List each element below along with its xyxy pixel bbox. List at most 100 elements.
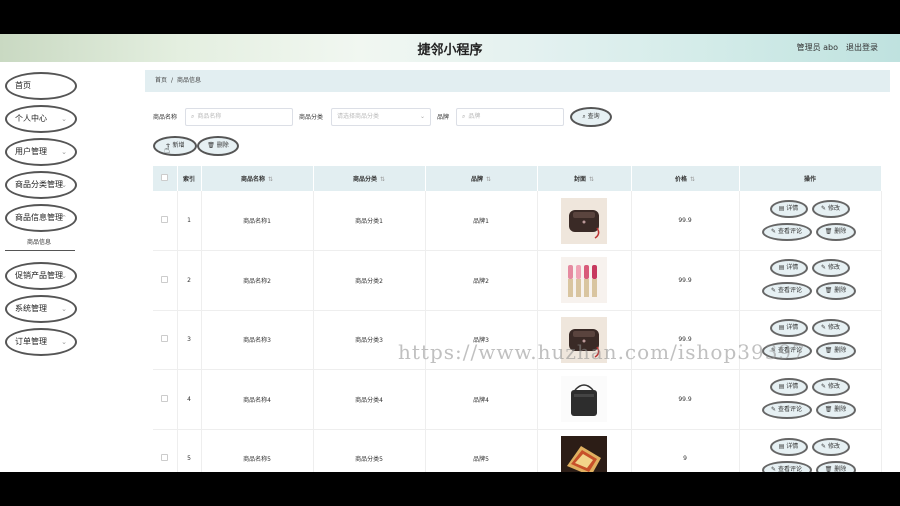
cell-name: 商品名称1 [201, 191, 314, 251]
detail-button[interactable]: ▤ 详情 [769, 378, 808, 397]
edit-button[interactable]: ✎ 修改 [811, 199, 850, 218]
edit-button[interactable]: ✎ 修改 [811, 318, 850, 337]
chevron-down-icon: ⌄ [61, 272, 67, 280]
column-header-brand[interactable]: 品牌 ⇅ [425, 166, 538, 191]
edit-icon: ✎ [771, 227, 778, 235]
submenu-product-info[interactable]: 商品信息 [5, 235, 75, 251]
query-button[interactable]: ⌕ 查询 [570, 107, 612, 127]
table-row: 4 商品名称4 商品分类4 品牌4 99.9 ▤ 详情 ✎ 修改 ✎ 查看评论 … [153, 369, 882, 430]
sidebar-item-personal-center[interactable]: 个人中心 ⌄ [5, 105, 77, 133]
sidebar-item-label: 促销产品管理 [15, 271, 63, 280]
name-placeholder: 商品名称 [197, 113, 222, 120]
edit-icon: ✎ [821, 323, 828, 331]
app-window: 捷邻小程序 管理员 abo 退出登录 首页 个人中心 ⌄ 用户管理 ⌄ 商品分类… [0, 34, 900, 472]
row-delete-button[interactable]: 🗑 删除 [815, 341, 856, 360]
search-icon: ⌕ [191, 113, 195, 120]
cell-category: 商品分类2 [313, 250, 426, 311]
mouse-cursor-icon: ☝ [164, 145, 171, 156]
row-delete-button[interactable]: 🗑 删除 [815, 401, 856, 420]
view-reviews-button[interactable]: ✎ 查看评论 [761, 460, 812, 472]
cell-category: 商品分类4 [313, 369, 426, 430]
edit-button[interactable]: ✎ 修改 [811, 259, 850, 278]
sort-icon[interactable]: ⇅ [268, 176, 273, 183]
cell-name: 商品名称3 [201, 310, 314, 370]
row-delete-button[interactable]: 🗑 删除 [815, 222, 856, 241]
brand-label: 品牌 [437, 114, 450, 121]
cell-index: 1 [177, 191, 202, 251]
sidebar-item-system-management[interactable]: 系统管理 ⌄ [5, 295, 77, 323]
view-reviews-button[interactable]: ✎ 查看评论 [761, 222, 812, 241]
row-checkbox[interactable] [161, 216, 169, 223]
table-row: 1 商品名称1 商品分类1 品牌1 99.9 ▤ 详情 ✎ 修改 ✎ 查看评论 … [153, 191, 882, 251]
sidebar-item-promotion-management[interactable]: 促销产品管理 ⌄ [5, 262, 77, 290]
breadcrumb-separator: / [171, 77, 174, 84]
letterbox-bar [0, 472, 900, 506]
add-label: 新增 [172, 142, 185, 149]
row-checkbox[interactable] [161, 335, 169, 343]
sort-icon[interactable]: ⇅ [589, 176, 594, 183]
view-reviews-button[interactable]: ✎ 查看评论 [761, 401, 812, 420]
logout-link[interactable]: 退出登录 [846, 42, 878, 53]
name-search-input[interactable]: ⌕ 商品名称 [185, 108, 293, 126]
detail-button[interactable]: ▤ 详情 [769, 259, 808, 278]
column-header-category[interactable]: 商品分类 ⇅ [313, 166, 426, 191]
chevron-down-icon: ⌄ [61, 181, 67, 189]
breadcrumb-home[interactable]: 首页 [155, 77, 167, 84]
trash-icon: 🗑 [824, 287, 835, 295]
edit-button[interactable]: ✎ 修改 [811, 437, 850, 456]
category-placeholder: 请选择商品分类 [337, 113, 380, 120]
select-all-cell [153, 166, 178, 191]
cell-price: 99.9 [631, 369, 740, 430]
row-checkbox[interactable] [161, 454, 169, 462]
sort-icon[interactable]: ⇅ [486, 176, 491, 183]
add-button[interactable]: + 新增 [153, 136, 197, 156]
sidebar-item-label: 首页 [15, 81, 31, 90]
sidebar-item-label: 订单管理 [15, 337, 47, 346]
sidebar-item-user-management[interactable]: 用户管理 ⌄ [5, 138, 77, 166]
table-header-row: 索引 商品名称 ⇅ 商品分类 ⇅ 品牌 ⇅ 封面 ⇅ 价格 ⇅ 操作 [153, 166, 882, 191]
edit-button[interactable]: ✎ 修改 [811, 378, 850, 397]
sort-icon[interactable]: ⇅ [380, 176, 385, 183]
row-delete-button[interactable]: 🗑 删除 [815, 282, 856, 301]
edit-icon: ✎ [771, 406, 778, 414]
category-select[interactable]: 请选择商品分类 ⌄ [331, 108, 431, 126]
select-all-checkbox[interactable] [161, 174, 169, 181]
cell-index: 5 [177, 429, 202, 472]
view-reviews-button[interactable]: ✎ 查看评论 [761, 282, 812, 301]
column-header-name[interactable]: 商品名称 ⇅ [201, 166, 314, 191]
sidebar-item-home[interactable]: 首页 [5, 72, 77, 100]
column-header-cover[interactable]: 封面 ⇅ [537, 166, 632, 191]
row-checkbox[interactable] [161, 275, 169, 283]
product-table: 索引 商品名称 ⇅ 商品分类 ⇅ 品牌 ⇅ 封面 ⇅ 价格 ⇅ 操作 1 商品名称1 商品… [153, 166, 882, 472]
cover-image-lipsticks [561, 257, 607, 304]
watermark-text: https://www.huzhan.com/ishop39397 [398, 340, 806, 364]
chevron-up-icon: ⌃ [61, 214, 67, 222]
top-header: 捷邻小程序 管理员 abo 退出登录 [0, 34, 900, 62]
detail-button[interactable]: ▤ 详情 [769, 437, 808, 456]
table-row: 5 商品名称5 商品分类5 品牌5 9 ▤ 详情 ✎ 修改 ✎ 查看评论 🗑 删… [153, 429, 882, 472]
sidebar-item-category-management[interactable]: 商品分类管理 ⌄ [5, 171, 77, 199]
table-row: 2 商品名称2 商品分类2 品牌2 99.9 ▤ 详情 ✎ 修改 ✎ 查看评论 … [153, 250, 882, 311]
cell-brand: 品牌4 [425, 369, 538, 430]
chevron-down-icon: ⌄ [61, 305, 67, 313]
delete-button[interactable]: 🗑 删除 [197, 136, 239, 156]
breadcrumb: 首页 / 商品信息 [145, 70, 890, 92]
cell-price: 99.9 [631, 191, 740, 251]
cover-image-sandwich [561, 435, 607, 472]
row-checkbox[interactable] [161, 394, 169, 402]
sidebar-item-product-management[interactable]: 商品信息管理 ⌃ [5, 204, 77, 232]
cell-brand: 品牌1 [425, 191, 538, 251]
sort-icon[interactable]: ⇅ [690, 176, 695, 183]
sidebar-item-order-management[interactable]: 订单管理 ⌄ [5, 328, 77, 356]
detail-button[interactable]: ▤ 详情 [769, 199, 808, 218]
trash-icon: 🗑 [824, 406, 835, 414]
name-label: 商品名称 [153, 114, 178, 121]
brand-search-input[interactable]: ⌕ 品牌 [456, 108, 564, 126]
column-header-index: 索引 [177, 166, 202, 191]
row-delete-button[interactable]: 🗑 删除 [815, 460, 856, 472]
cell-price: 9 [631, 429, 740, 472]
category-label: 商品分类 [299, 114, 324, 121]
column-header-price[interactable]: 价格 ⇅ [631, 166, 740, 191]
admin-label: 管理员 abo [796, 43, 838, 52]
detail-button[interactable]: ▤ 详情 [769, 318, 808, 337]
